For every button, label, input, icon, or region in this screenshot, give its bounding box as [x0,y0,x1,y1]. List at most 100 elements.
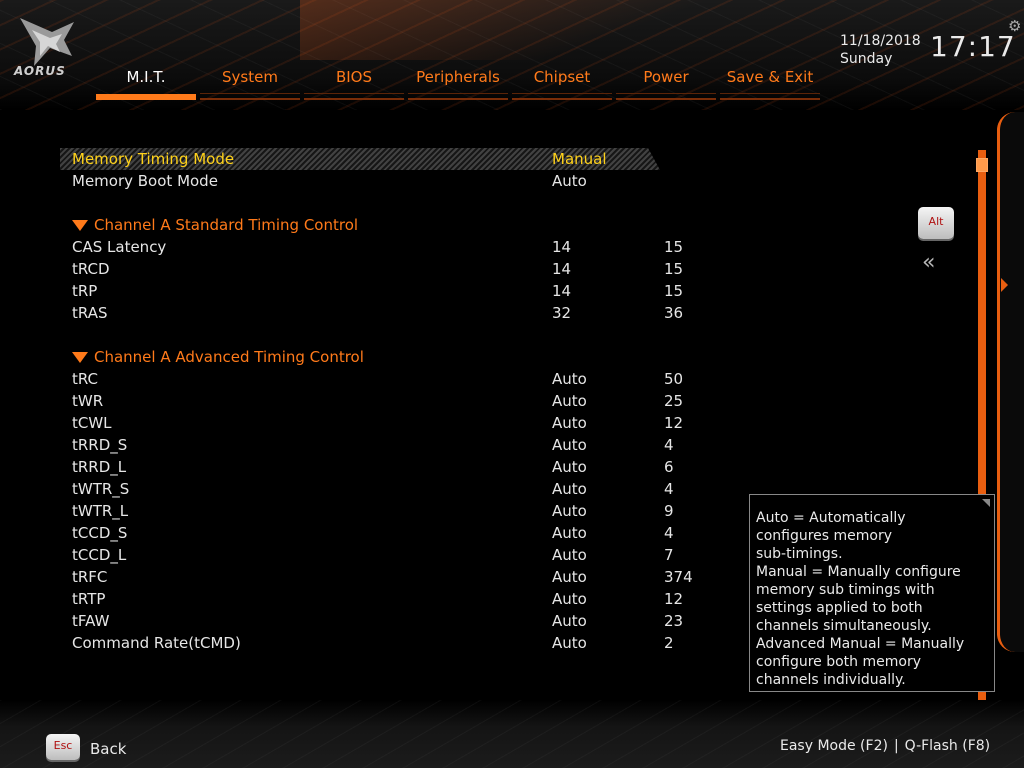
setting-value: Auto [552,436,587,454]
setting-label: Memory Boot Mode [72,172,218,190]
setting-standard-timing[interactable]: CAS Latency 14 15 [60,236,684,258]
header-bar: AORUS M.I.T. System BIOS Peripherals Chi… [0,0,1024,110]
setting-memory-timing-mode[interactable]: Memory Timing Mode Manual [60,148,660,170]
setting-value: 14 [552,238,572,256]
gear-icon[interactable]: ⚙ [1008,18,1024,34]
setting-current-value: 25 [664,392,684,410]
setting-label: tCCD_L [72,546,127,564]
setting-label: tRRD_L [72,458,127,476]
brand-logo-text: AORUS [14,64,66,78]
back-button[interactable]: Back [90,740,126,758]
setting-value: Auto [552,568,587,586]
setting-label: tRRD_S [72,436,128,454]
double-chevron-left-icon[interactable]: « [922,250,936,276]
setting-current-value: 374 [664,568,693,586]
setting-value: Manual [552,150,607,168]
setting-advanced-timing[interactable]: tWTR_S Auto 4 [60,478,680,500]
setting-label: CAS Latency [72,238,167,256]
setting-label: tWTR_S [72,480,130,498]
tab-save-exit[interactable]: Save & Exit [720,64,820,100]
setting-value: Auto [552,502,587,520]
setting-value: Auto [552,590,587,608]
section-triangle-icon [72,220,88,231]
setting-memory-boot-mode[interactable]: Memory Boot Mode Auto [60,170,680,192]
setting-value: 14 [552,260,572,278]
tab-bios[interactable]: BIOS [304,64,404,100]
setting-current-value: 15 [664,238,684,256]
setting-current-value: 4 [664,480,674,498]
setting-advanced-timing[interactable]: tRRD_S Auto 4 [60,434,680,456]
setting-label: Memory Timing Mode [72,150,235,168]
alt-key-icon[interactable]: Alt [918,207,954,239]
help-panel: Auto = Automatically configures memory s… [749,494,995,692]
setting-current-value: 9 [664,502,674,520]
setting-advanced-timing[interactable]: tWTR_L Auto 9 [60,500,680,522]
esc-key-icon[interactable]: Esc [46,734,80,760]
setting-current-value: 15 [664,282,684,300]
date-display: 11/18/2018 Sunday [840,32,921,68]
setting-standard-timing[interactable]: tRCD 14 15 [60,258,684,280]
setting-current-value: 12 [664,414,684,432]
setting-current-value: 23 [664,612,684,630]
help-text: Auto = Automatically configures memory s… [756,510,965,688]
setting-value: Auto [552,546,587,564]
setting-advanced-timing[interactable]: tCCD_L Auto 7 [60,544,680,566]
setting-advanced-timing[interactable]: tRFC Auto 374 [60,566,693,588]
setting-current-value: 50 [664,370,684,388]
setting-current-value: 4 [664,436,674,454]
setting-value: Auto [552,392,587,410]
setting-advanced-timing[interactable]: Command Rate(tCMD) Auto 2 [60,632,680,654]
side-panel-arrow-icon[interactable] [1001,278,1008,292]
setting-advanced-timing[interactable]: tFAW Auto 23 [60,610,684,632]
setting-value: Auto [552,612,587,630]
tab-system[interactable]: System [200,64,300,100]
setting-value: Auto [552,634,587,652]
setting-label: tRP [72,282,98,300]
setting-standard-timing[interactable]: tRP 14 15 [60,280,684,302]
setting-value: 32 [552,304,572,322]
section-advanced-timing[interactable]: Channel A Advanced Timing Control [60,346,680,368]
setting-value: Auto [552,414,587,432]
setting-current-value: 2 [664,634,674,652]
scrollbar-thumb[interactable] [976,158,988,172]
setting-current-value: 12 [664,590,684,608]
setting-label: tCWL [72,414,112,432]
clock-time: 17:17 [930,30,1016,63]
setting-standard-timing[interactable]: tRAS 32 36 [60,302,683,324]
setting-label: tRC [72,370,99,388]
setting-current-value: 15 [664,260,684,278]
setting-label: tRTP [72,590,106,608]
footer-bar [0,700,1024,768]
date-text: 11/18/2018 [840,33,921,49]
tab-mit[interactable]: M.I.T. [96,64,196,100]
tab-chipset[interactable]: Chipset [512,64,612,100]
setting-value: Auto [552,370,587,388]
setting-value: 14 [552,282,572,300]
setting-label: tRCD [72,260,110,278]
footer-shortcuts: Easy Mode (F2) | Q-Flash (F8) [780,738,990,754]
setting-advanced-timing[interactable]: tCCD_S Auto 4 [60,522,680,544]
qflash-link[interactable]: Q-Flash (F8) [905,738,990,754]
setting-label: tWR [72,392,104,410]
setting-label: tRFC [72,568,108,586]
setting-label: tWTR_L [72,502,129,520]
section-standard-timing[interactable]: Channel A Standard Timing Control [60,214,680,236]
setting-value: Auto [552,524,587,542]
setting-label: tFAW [72,612,110,630]
setting-advanced-timing[interactable]: tRC Auto 50 [60,368,684,390]
setting-label: Command Rate(tCMD) [72,634,241,652]
setting-advanced-timing[interactable]: tRRD_L Auto 6 [60,456,680,478]
setting-advanced-timing[interactable]: tRTP Auto 12 [60,588,684,610]
easy-mode-link[interactable]: Easy Mode (F2) [780,738,888,754]
setting-value: Auto [552,480,587,498]
side-panel-tab[interactable] [997,112,1024,652]
tab-peripherals[interactable]: Peripherals [408,64,508,100]
tab-power[interactable]: Power [616,64,716,100]
setting-advanced-timing[interactable]: tCWL Auto 12 [60,412,684,434]
section-title: Channel A Standard Timing Control [94,216,359,234]
setting-current-value: 4 [664,524,674,542]
setting-advanced-timing[interactable]: tWR Auto 25 [60,390,684,412]
section-title: Channel A Advanced Timing Control [94,348,364,366]
